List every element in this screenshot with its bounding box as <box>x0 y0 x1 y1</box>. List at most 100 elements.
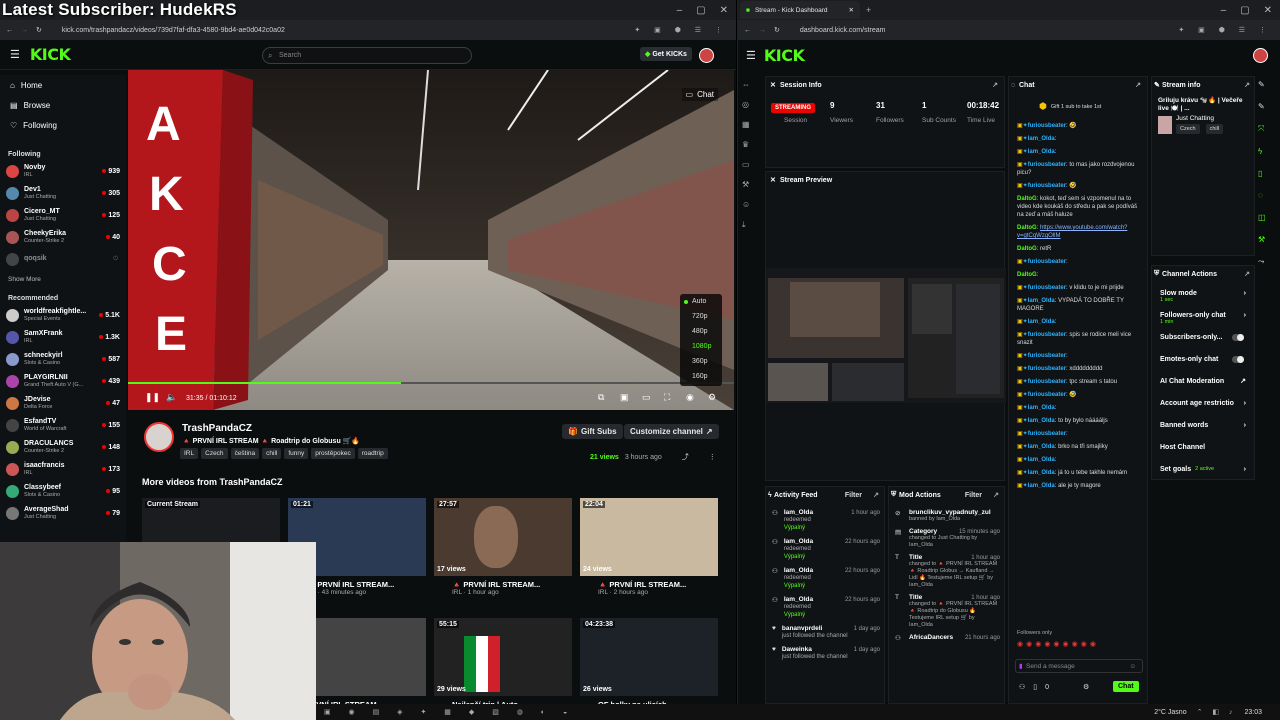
mod-action-item[interactable]: T Title 1 hour ago changed to 🔺 PRVNÍ IRL S… <box>895 554 1000 589</box>
sidebar-channel[interactable]: Classybeef Slots & Casino 95 <box>0 480 126 502</box>
chat-username[interactable]: furiousbeater <box>1028 366 1066 372</box>
chat-message[interactable]: ▣✦furiousbeater: <box>1017 430 1141 438</box>
sub-goal[interactable]: ⬢ Gift 1 sub to take 1st <box>1039 101 1147 112</box>
monitor-icon[interactable]: ▭ <box>742 160 750 169</box>
forward-icon[interactable]: → <box>21 27 28 34</box>
settings-gear-icon[interactable]: ⚙ <box>708 392 716 403</box>
video-title[interactable]: 🔺 PRVNÍ IRL STREAM... <box>580 580 718 589</box>
pencil-icon[interactable]: ✎ <box>1258 102 1266 111</box>
pause-icon[interactable]: ❚❚ <box>145 392 160 403</box>
emoji-icon[interactable]: ☺ <box>1129 663 1136 670</box>
chat-message[interactable]: ▣✦furiousbeater: v klidu to je mi prijde <box>1017 284 1141 292</box>
chat-toggle-button[interactable]: ▭ Chat <box>681 88 718 101</box>
extensions-icons[interactable]: ✦ ▣ ⬢ ☰ ⋮ <box>634 26 736 34</box>
tag-pill[interactable]: prostěpokec <box>311 448 355 459</box>
sidebar-channel[interactable]: CheekyErika Counter-Strike 2 40 <box>0 226 126 248</box>
sidebar-channel[interactable]: SamXFrank IRL 1.3K <box>0 326 126 348</box>
reload-icon[interactable]: ↻ <box>774 26 780 34</box>
maximize-icon[interactable]: ▢ <box>1240 5 1249 16</box>
sidebar-channel[interactable]: JDevise Delta Force 47 <box>0 392 126 414</box>
activity-item[interactable]: ⚇ Iam_Olda 22 hours ago redeemed Výpalný <box>772 596 880 619</box>
activity-item[interactable]: ⚇ Iam_Olda 1 hour ago redeemed Výpalný <box>772 509 880 532</box>
chat-username[interactable]: Iam_Olda <box>1028 136 1055 142</box>
tag-pill[interactable]: čeština <box>230 448 260 459</box>
close-icon[interactable]: ✕ <box>770 81 776 89</box>
tag-pill[interactable]: funny <box>284 448 309 459</box>
nav-browse[interactable]: ▤ Browse <box>0 95 126 115</box>
channel-name[interactable]: TrashPandaCZ <box>182 423 252 434</box>
dashboard-icon[interactable]: ▦ <box>742 120 750 129</box>
reload-icon[interactable]: ↻ <box>36 26 42 34</box>
quality-option[interactable]: 1080p <box>680 339 722 354</box>
sidebar-channel[interactable]: qoqsik ⏻ <box>0 248 126 270</box>
get-kicks-button[interactable]: ◆ Get KICKs <box>640 47 692 61</box>
users-icon[interactable]: ☺ <box>742 200 750 209</box>
chat-username[interactable]: Iam_Olda <box>1028 405 1055 411</box>
activity-item[interactable]: ♥ Daweinka 1 day ago just followed the chan… <box>772 646 880 661</box>
menu-icon[interactable]: ☰ <box>746 49 756 62</box>
popout-icon[interactable]: ↗ <box>1135 81 1141 89</box>
chat-message[interactable]: ▣✦furiousbeater: spis se rodice meli vic… <box>1017 331 1141 347</box>
chat-username[interactable]: DaltoG <box>1017 196 1037 202</box>
chat-message[interactable]: ▣✦Iam_Olda: <box>1017 318 1141 326</box>
toggle-switch[interactable] <box>1232 355 1244 363</box>
chat-username[interactable]: DaltoG <box>1017 225 1037 231</box>
chat-username[interactable]: Iam_Olda <box>1028 418 1055 424</box>
sidebar-channel[interactable]: worldfreakfightle... Special Events 5.1K <box>0 304 126 326</box>
chat-message[interactable]: ▣✦furiousbeater: to mas jako rozdvojenou… <box>1017 161 1141 177</box>
user-avatar[interactable] <box>1253 47 1268 63</box>
url-field[interactable]: dashboard.kick.com/stream <box>800 27 1170 34</box>
chat-message[interactable]: ▣✦furiousbeater: <box>1017 258 1141 266</box>
video-card[interactable]: 55:1529 viewsNejlepší trip | Auto <box>434 618 572 708</box>
chat-message[interactable]: DaltoG: https://www.youtube.com/watch?v=… <box>1017 224 1141 240</box>
quality-option[interactable]: 160p <box>680 369 722 384</box>
minimize-icon[interactable]: – <box>1221 5 1227 16</box>
channel-action[interactable]: Slow mode 1 sec › <box>1152 282 1254 304</box>
chat-message[interactable]: DaltoG: <box>1017 271 1141 279</box>
chat-username[interactable]: DaltoG <box>1017 272 1037 278</box>
pencil-icon[interactable]: ✎ <box>1258 80 1266 89</box>
trophy-icon[interactable]: ♛ <box>742 140 750 149</box>
back-icon[interactable]: ← <box>6 27 13 34</box>
chat-message[interactable]: ▣✦Iam_Olda: <box>1017 148 1141 156</box>
chat-message[interactable]: ▣✦furiousbeater: tpc stream s tatou <box>1017 378 1141 386</box>
chat-input[interactable]: ▮ Send a message ☺ <box>1015 659 1143 673</box>
chat-username[interactable]: Iam_Olda <box>1028 483 1055 489</box>
wrench-icon[interactable]: ⚒ <box>1258 235 1266 244</box>
close-icon[interactable]: ✕ <box>770 176 776 184</box>
forward-icon[interactable]: → <box>759 27 766 34</box>
clock[interactable]: 23:03 <box>1244 709 1262 716</box>
pip-icon[interactable]: ▣ <box>620 392 629 403</box>
customize-channel-button[interactable]: Customize channel ↗ <box>624 424 719 439</box>
mod-filter-button[interactable]: Filter <box>965 492 982 499</box>
page-icon[interactable]: ▯ <box>1258 169 1266 178</box>
quality-option[interactable]: Auto <box>680 294 722 309</box>
collapse-icon[interactable]: ⇔ <box>742 80 750 89</box>
dashboard-tab[interactable]: ■ Stream - Kick Dashboard ✕ <box>740 1 860 19</box>
sidebar-channel[interactable]: Novby IRL 939 <box>0 160 126 182</box>
chat-message[interactable]: ▣✦furiousbeater: 🤣 <box>1017 391 1141 399</box>
tag-pill[interactable]: Czech <box>1176 124 1200 134</box>
channel-action[interactable]: Subscribers-only... <box>1152 326 1254 348</box>
clip-icon[interactable]: ⧉ <box>598 392 604 403</box>
sidebar-channel[interactable]: AverageShad Just Chatting 79 <box>0 502 126 524</box>
nav-following[interactable]: ♡ Following <box>0 115 126 135</box>
chat-username[interactable]: furiousbeater <box>1028 392 1066 398</box>
channel-action[interactable]: Emotes-only chat <box>1152 348 1254 370</box>
video-card[interactable]: 27:57 17 views 🔺 PRVNÍ IRL STREAM... IRL · … <box>434 498 572 596</box>
video-player[interactable]: AKCE ▭ Chat <box>128 70 734 410</box>
chat-username[interactable]: Iam_Olda <box>1028 298 1055 304</box>
quality-option[interactable]: 480p <box>680 324 722 339</box>
download-icon[interactable]: ⤓ <box>742 220 750 230</box>
popout-icon[interactable]: ↗ <box>1244 270 1250 278</box>
new-tab-icon[interactable]: + <box>866 5 871 15</box>
tag-pill[interactable]: Czech <box>201 448 228 459</box>
chat-message[interactable]: DaltoG: retR <box>1017 245 1141 253</box>
stream-icon[interactable]: ◎ <box>742 100 750 109</box>
back-icon[interactable]: ← <box>744 27 751 34</box>
toggle-switch[interactable] <box>1232 333 1244 341</box>
sidebar-channel[interactable]: PLAYGIRLNII Grand Theft Auto V (G... 439 <box>0 370 126 392</box>
chat-message[interactable]: ▣✦furiousbeater: 🤣 <box>1017 182 1141 190</box>
close-icon[interactable]: ✕ <box>720 5 728 16</box>
split-icon[interactable]: ◫ <box>1258 213 1266 222</box>
